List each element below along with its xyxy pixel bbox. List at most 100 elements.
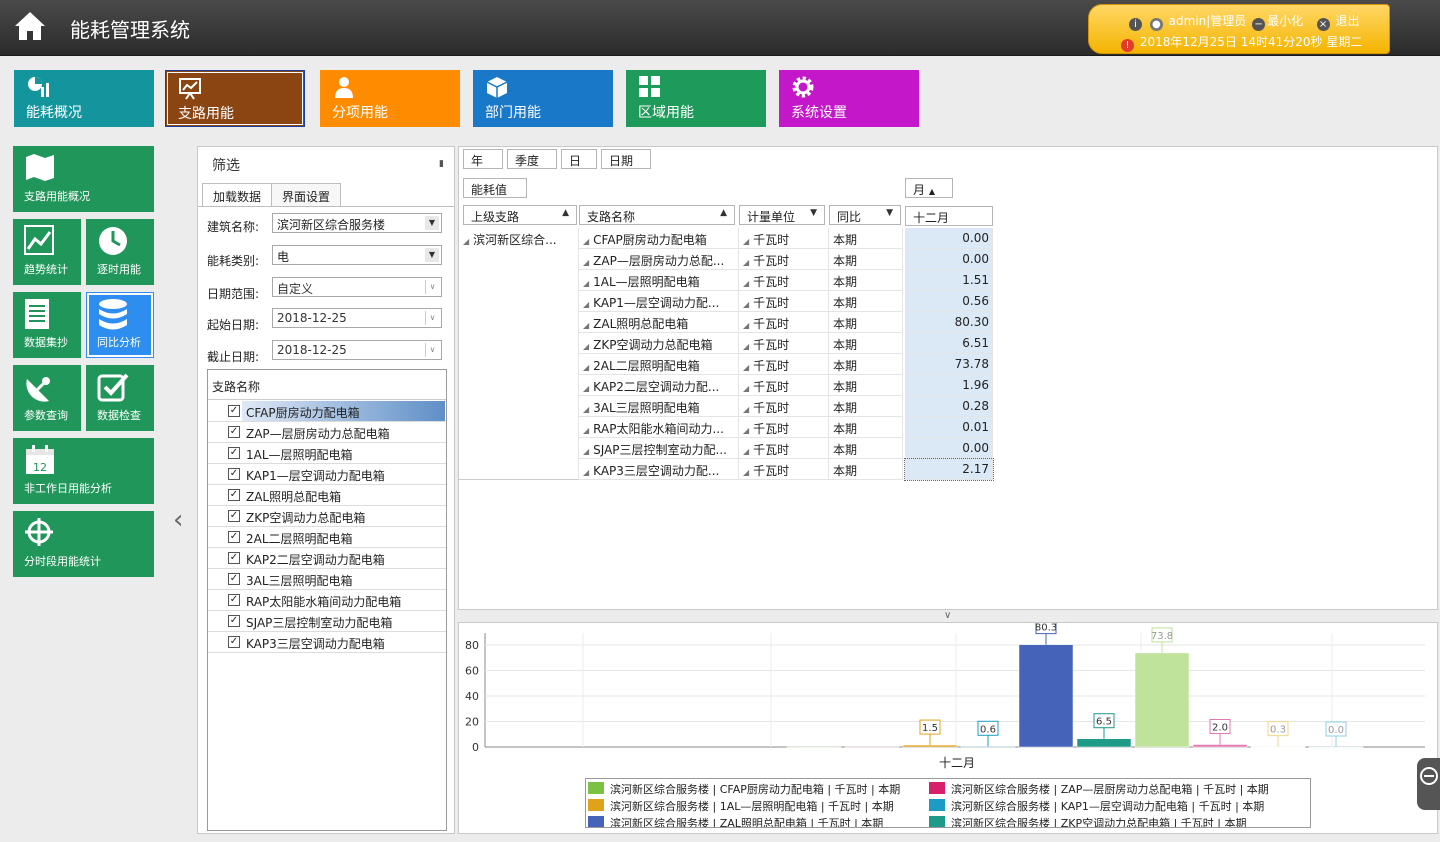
branch-list-item[interactable]: ✓ 1AL—层照明配电箱: [208, 443, 446, 464]
collapse-triangle-icon[interactable]: ◢: [583, 384, 589, 393]
date-range-select[interactable]: 自定义 ∨: [272, 277, 442, 297]
collapse-triangle-icon[interactable]: ◢: [583, 237, 589, 246]
collapse-triangle-icon[interactable]: ◢: [583, 447, 589, 456]
module-energy-overview[interactable]: 能耗概况: [14, 70, 154, 127]
unit-cell[interactable]: ◢ 千瓦时: [739, 396, 829, 417]
filter-field-year[interactable]: 年: [463, 149, 503, 169]
period-cell[interactable]: 本期: [829, 459, 903, 480]
nav-data-collect[interactable]: 数据集抄: [13, 292, 81, 358]
side-expand-tab[interactable]: [1417, 758, 1440, 810]
unit-cell[interactable]: ◢ 千瓦时: [739, 249, 829, 270]
collapse-triangle-icon[interactable]: ◢: [743, 384, 749, 393]
branch-list-item[interactable]: ✓ ZAP—层厨房动力总配电箱: [208, 422, 446, 443]
collapse-triangle-icon[interactable]: ◢: [583, 426, 589, 435]
col-unit[interactable]: 计量单位 ▼: [739, 205, 825, 225]
collapse-triangle-icon[interactable]: ◢: [583, 342, 589, 351]
checkbox-checked[interactable]: ✓: [228, 447, 240, 459]
checkbox-checked[interactable]: ✓: [228, 426, 240, 438]
unit-cell[interactable]: ◢ 千瓦时: [739, 417, 829, 438]
collapse-triangle-icon[interactable]: ◢: [743, 447, 749, 456]
branch-name-cell[interactable]: ◢ ZAP—层厨房动力总配...: [579, 249, 739, 270]
period-cell[interactable]: 本期: [829, 312, 903, 333]
tab-ui-settings[interactable]: 界面设置: [271, 183, 342, 207]
bar[interactable]: [960, 746, 1016, 748]
unit-cell[interactable]: ◢ 千瓦时: [739, 438, 829, 459]
branch-name-cell[interactable]: ◢ KAP1—层空调动力配...: [579, 291, 739, 312]
pin-icon[interactable]: ▮: [439, 159, 444, 169]
collapse-triangle-icon[interactable]: ◢: [743, 426, 749, 435]
checkbox-checked[interactable]: ✓: [228, 552, 240, 564]
filter-field-quarter[interactable]: 季度: [507, 149, 557, 169]
filter-field-date[interactable]: 日期: [601, 149, 651, 169]
checkbox-checked[interactable]: ✓: [228, 531, 240, 543]
collapse-triangle-icon[interactable]: ◢: [583, 363, 589, 372]
nav-period-stats[interactable]: 分时段用能统计: [13, 511, 154, 577]
unit-cell[interactable]: ◢ 千瓦时: [739, 375, 829, 396]
col-branch-name[interactable]: 支路名称 ▲: [579, 205, 735, 225]
collapse-triangle-icon[interactable]: ◢: [743, 279, 749, 288]
value-cell[interactable]: 1.51: [905, 270, 993, 291]
period-cell[interactable]: 本期: [829, 375, 903, 396]
building-select[interactable]: 滨河新区综合服务楼 ▼: [272, 213, 442, 233]
unit-cell[interactable]: ◢ 千瓦时: [739, 459, 829, 480]
nav-branch-overview[interactable]: 支路用能概况: [13, 146, 154, 212]
data-field-energy[interactable]: 能耗值: [463, 178, 527, 198]
end-date-input[interactable]: 2018-12-25 ∨: [272, 340, 442, 360]
bar[interactable]: [902, 744, 958, 748]
period-cell[interactable]: 本期: [829, 291, 903, 312]
branch-name-cell[interactable]: ◢ KAP3三层空调动力配...: [579, 459, 739, 480]
collapse-triangle-icon[interactable]: ◢: [463, 237, 469, 246]
unit-cell[interactable]: ◢ 千瓦时: [739, 270, 829, 291]
checkbox-checked[interactable]: ✓: [228, 636, 240, 648]
col-parent-branch[interactable]: 上级支路 ▲: [463, 205, 577, 225]
module-branch-energy[interactable]: 支路用能: [165, 70, 305, 127]
collapse-triangle-icon[interactable]: ◢: [743, 405, 749, 414]
value-cell[interactable]: 80.30: [905, 312, 993, 333]
value-cell[interactable]: 0.28: [905, 396, 993, 417]
home-icon[interactable]: [12, 8, 48, 44]
nav-hourly[interactable]: 逐时用能: [86, 219, 154, 285]
period-cell[interactable]: 本期: [829, 333, 903, 354]
value-cell[interactable]: 0.01: [905, 417, 993, 438]
unit-cell[interactable]: ◢ 千瓦时: [739, 312, 829, 333]
unit-cell[interactable]: ◢ 千瓦时: [739, 354, 829, 375]
module-system-settings[interactable]: 系统设置: [779, 70, 919, 127]
collapse-triangle-icon[interactable]: ◢: [583, 405, 589, 414]
branch-name-cell[interactable]: ◢ RAP太阳能水箱间动力...: [579, 417, 739, 438]
collapse-panel-chevron-icon[interactable]: ‹: [173, 505, 183, 535]
bar[interactable]: [1134, 652, 1190, 748]
value-cell[interactable]: 0.00: [905, 438, 993, 459]
column-field-month[interactable]: 月 ▲: [905, 178, 953, 198]
module-area-energy[interactable]: 区域用能: [626, 70, 766, 127]
period-cell[interactable]: 本期: [829, 438, 903, 459]
bar[interactable]: [1192, 744, 1248, 748]
bar[interactable]: [1308, 746, 1364, 748]
checkbox-checked[interactable]: ✓: [228, 510, 240, 522]
branch-name-cell[interactable]: ◢ SJAP三层控制室动力配...: [579, 438, 739, 459]
bar[interactable]: [1250, 746, 1306, 748]
bar[interactable]: [1018, 644, 1074, 748]
branch-list-item[interactable]: ✓ RAP太阳能水箱间动力配电箱: [208, 590, 446, 611]
module-subitem-energy[interactable]: 分项用能: [320, 70, 460, 127]
collapse-triangle-icon[interactable]: ◢: [583, 258, 589, 267]
minimize-icon[interactable]: −: [1252, 18, 1266, 31]
branch-list-item[interactable]: ✓ 2AL二层照明配电箱: [208, 527, 446, 548]
collapse-triangle-icon[interactable]: ◢: [743, 300, 749, 309]
bar[interactable]: [786, 746, 842, 748]
nav-nonworkday[interactable]: 12 非工作日用能分析: [13, 438, 154, 504]
branch-list-item[interactable]: ✓ ZKP空调动力总配电箱: [208, 506, 446, 527]
bar[interactable]: [1076, 738, 1132, 748]
alarm-icon[interactable]: !: [1121, 39, 1134, 52]
branch-list-item[interactable]: ✓ ZAL照明总配电箱: [208, 485, 446, 506]
col-month-december[interactable]: 十二月: [905, 206, 993, 226]
splitter-chevron-down-icon[interactable]: ∨: [944, 610, 951, 621]
nav-trend[interactable]: 趋势统计: [13, 219, 81, 285]
nav-yoy-analysis[interactable]: 同比分析: [86, 292, 154, 358]
checkbox-checked[interactable]: ✓: [228, 405, 240, 417]
tab-load-data[interactable]: 加载数据: [202, 183, 273, 207]
collapse-triangle-icon[interactable]: ◢: [743, 321, 749, 330]
branch-list-item[interactable]: ✓ 3AL三层照明配电箱: [208, 569, 446, 590]
collapse-triangle-icon[interactable]: ◢: [583, 279, 589, 288]
value-cell[interactable]: 0.00: [905, 249, 993, 270]
parent-branch-cell[interactable]: ◢ 滨河新区综合...: [459, 228, 579, 480]
